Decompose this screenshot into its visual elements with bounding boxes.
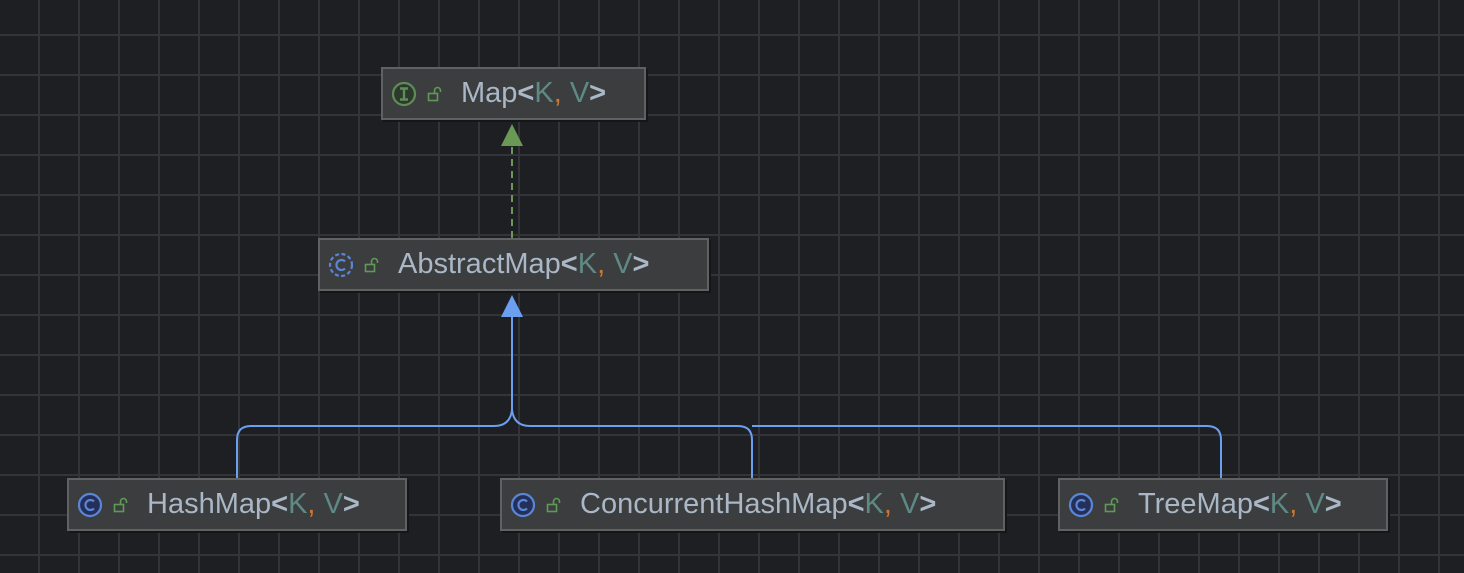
abstract-class-icon (328, 252, 354, 277)
class-name-label: HashMap<K, V> (147, 488, 360, 520)
node-map[interactable]: Map<K, V> (381, 67, 646, 120)
public-visibility-icon (427, 86, 442, 101)
edge-hashmap (236, 409, 513, 478)
type-param: K (534, 77, 554, 109)
type-param: K (1269, 488, 1290, 520)
class-name-label: TreeMap<K, V> (1138, 488, 1342, 520)
type-param: K (577, 248, 598, 280)
public-visibility-icon (364, 257, 379, 272)
implements-arrowhead (501, 124, 523, 146)
public-visibility-icon (113, 497, 128, 512)
public-visibility-icon (546, 497, 561, 512)
edge-concurrenthashmap (511, 409, 753, 478)
type-param: V (899, 488, 920, 520)
extends-arrowhead (501, 295, 523, 317)
class-name-label: AbstractMap<K, V> (398, 248, 650, 280)
class-icon (1068, 492, 1094, 517)
class-icon (510, 492, 536, 517)
type-param: V (613, 248, 633, 280)
node-hashmap[interactable]: HashMap<K, V> (67, 478, 407, 531)
type-param: V (569, 77, 590, 109)
interface-icon (391, 81, 417, 106)
edge-extends-to-abstractmap (236, 295, 1222, 478)
type-param: V (1305, 488, 1325, 520)
edge-implements-abstractmap-map (501, 124, 523, 238)
type-param: K (288, 488, 308, 520)
class-name-label: ConcurrentHashMap<K, V> (580, 488, 937, 520)
node-abstractmap[interactable]: AbstractMap<K, V> (318, 238, 709, 291)
class-icon (77, 492, 103, 517)
class-name-label: Map<K, V> (461, 77, 607, 109)
public-visibility-icon (1104, 497, 1119, 512)
node-treemap[interactable]: TreeMap<K, V> (1058, 478, 1388, 531)
edge-treemap (752, 425, 1222, 478)
type-param: V (323, 488, 343, 520)
type-param: K (864, 488, 884, 520)
node-concurrenthashmap[interactable]: ConcurrentHashMap<K, V> (500, 478, 1005, 531)
